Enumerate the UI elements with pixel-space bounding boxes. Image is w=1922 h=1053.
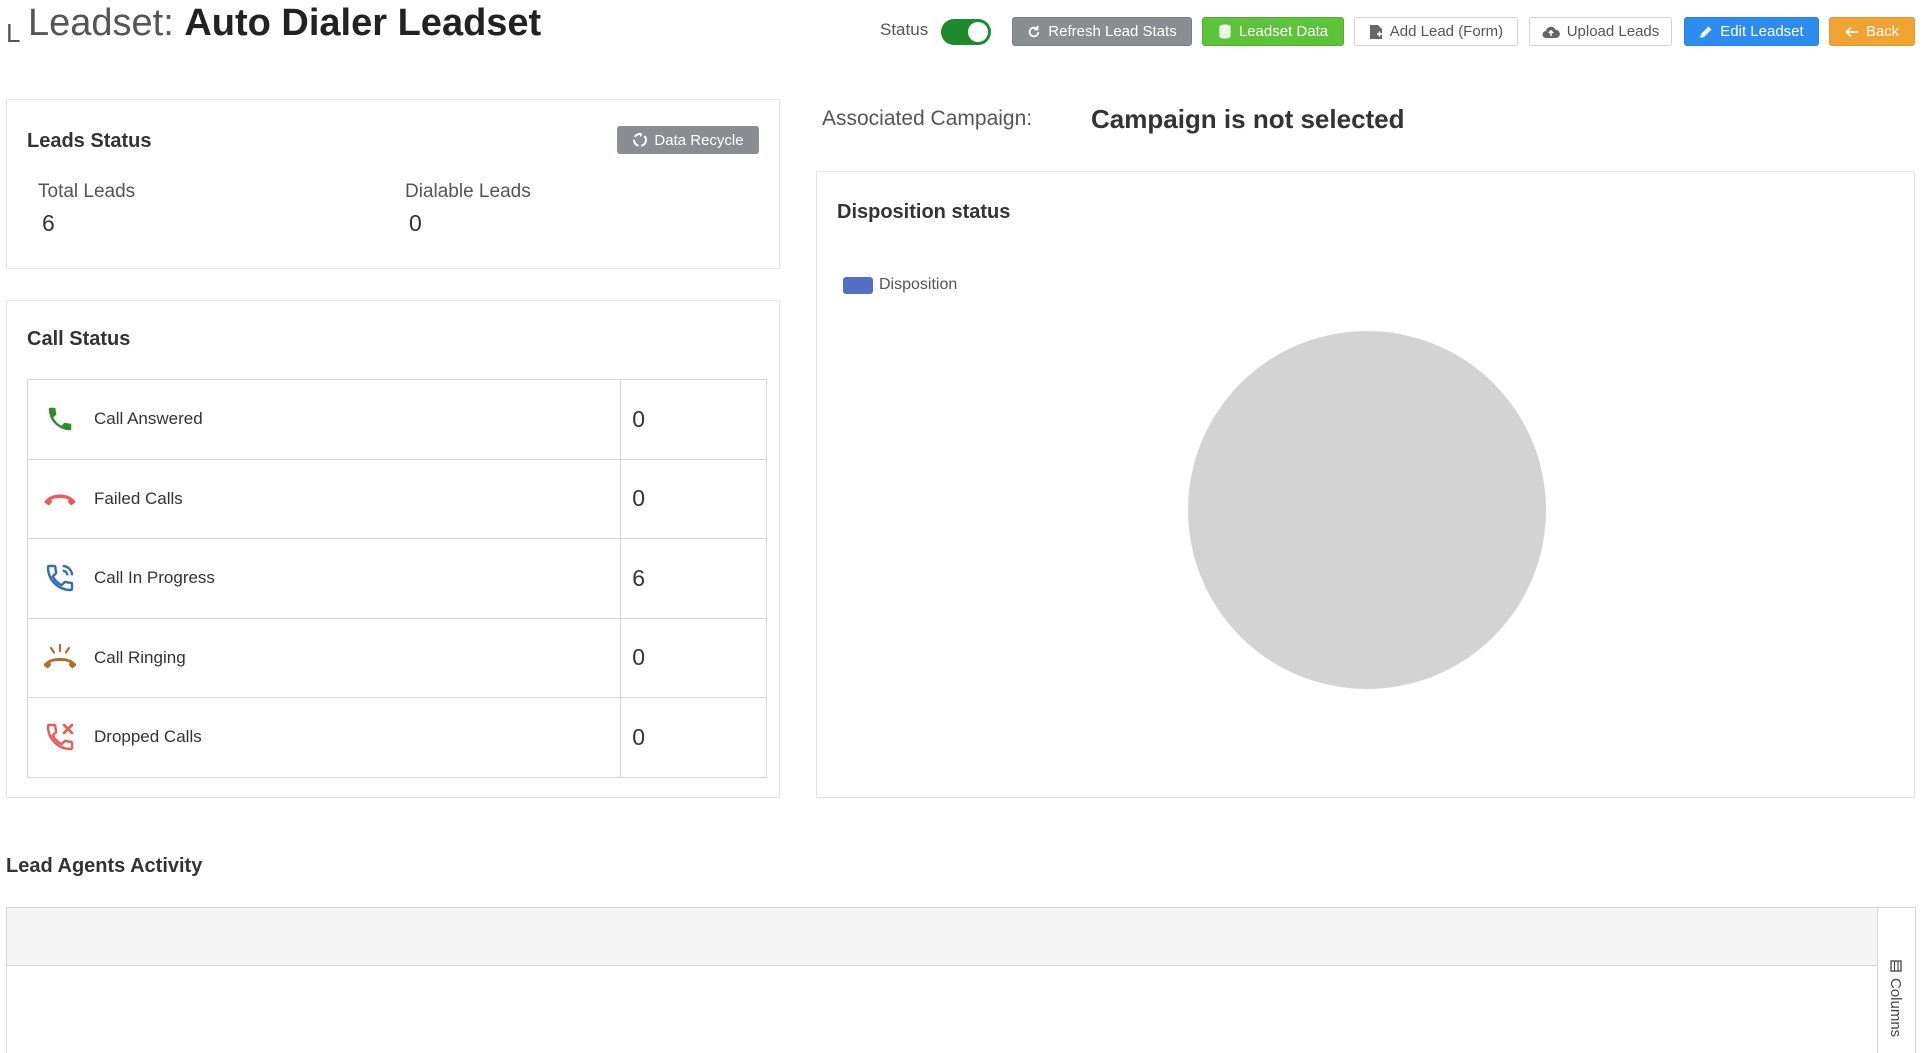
associated-campaign-label: Associated Campaign: xyxy=(822,107,1033,130)
call-row-dropped: Dropped Calls 0 xyxy=(26,697,767,778)
page-title: Leadset: Auto Dialer Leadset xyxy=(28,2,541,45)
call-status-title: Call Status xyxy=(27,328,131,350)
status-toggle[interactable] xyxy=(941,19,991,45)
columns-label: Columns xyxy=(1887,978,1904,1038)
call-in-progress-value: 6 xyxy=(620,538,767,619)
legend-label: Disposition xyxy=(879,276,958,293)
call-ringing-label: Call Ringing xyxy=(94,647,186,667)
total-leads-label: Total Leads xyxy=(38,181,136,202)
columns-tool-tab[interactable]: Columns xyxy=(1887,960,1904,1037)
refresh-icon xyxy=(1029,25,1040,37)
call-row-ringing: Call Ringing 0 xyxy=(26,617,767,698)
total-leads-value: 6 xyxy=(42,210,55,236)
edit-leadset-button[interactable]: Edit Leadset xyxy=(1684,17,1819,46)
phone-answered-icon xyxy=(42,401,78,437)
call-row-answered: Call Answered 0 xyxy=(26,379,767,460)
call-answered-label: Call Answered xyxy=(94,409,203,429)
phone-dropped-icon xyxy=(42,719,78,755)
phone-in-progress-icon xyxy=(42,560,78,596)
call-row-failed: Failed Calls 0 xyxy=(26,458,767,539)
upload-leads-label: Upload Leads xyxy=(1566,23,1660,40)
add-lead-form-button[interactable]: Add Lead (Form) xyxy=(1354,17,1518,46)
columns-icon xyxy=(1889,960,1902,972)
phone-hangup-icon xyxy=(42,481,78,517)
upload-leads-button[interactable]: Upload Leads xyxy=(1529,17,1672,46)
page-title-prefix: Leadset: xyxy=(28,2,185,44)
call-in-progress-label: Call In Progress xyxy=(94,568,215,588)
dropped-calls-value: 0 xyxy=(620,697,767,778)
data-recycle-label: Data Recycle xyxy=(654,131,744,149)
failed-calls-value: 0 xyxy=(620,458,767,539)
recycle-icon xyxy=(633,133,648,147)
call-status-table: Call Answered 0 Failed Calls 0 Call In P… xyxy=(26,379,767,778)
dialable-leads-value: 0 xyxy=(409,210,422,236)
disposition-status-title: Disposition status xyxy=(837,201,1011,223)
disposition-status-card: Disposition status Disposition xyxy=(816,171,1915,798)
leads-status-card: Leads Status Data Recycle Total Leads 6 … xyxy=(6,99,780,269)
call-ringing-value: 0 xyxy=(620,617,767,698)
back-label: Back xyxy=(1865,23,1900,40)
lead-agents-activity-title: Lead Agents Activity xyxy=(6,855,203,877)
data-recycle-button[interactable]: Data Recycle xyxy=(617,126,759,154)
lead-agents-grid: Columns xyxy=(6,907,1916,1053)
associated-campaign-value: Campaign is not selected xyxy=(1091,104,1405,134)
leadset-data-label: Leadset Data xyxy=(1238,23,1329,40)
legend-swatch xyxy=(843,276,873,294)
refresh-lead-stats-button[interactable]: Refresh Lead Stats xyxy=(1012,17,1192,46)
dropped-calls-label: Dropped Calls xyxy=(94,727,202,747)
file-add-icon xyxy=(1369,24,1382,39)
edit-leadset-label: Edit Leadset xyxy=(1720,23,1804,40)
page-header: L Leadset: Auto Dialer Leadset Status Re… xyxy=(0,0,1922,60)
disposition-pie-chart xyxy=(1187,330,1547,690)
status-toggle-knob xyxy=(968,22,988,42)
page-title-name: Auto Dialer Leadset xyxy=(184,2,542,44)
grid-header xyxy=(7,908,1877,966)
call-row-in-progress: Call In Progress 6 xyxy=(26,538,767,619)
leadset-data-button[interactable]: Leadset Data xyxy=(1202,17,1344,46)
add-lead-form-label: Add Lead (Form) xyxy=(1389,23,1504,40)
pencil-icon xyxy=(1700,26,1712,38)
status-label: Status xyxy=(880,20,929,39)
call-answered-value: 0 xyxy=(620,379,767,460)
back-button[interactable]: Back xyxy=(1829,17,1915,46)
dialable-leads-label: Dialable Leads xyxy=(405,181,531,202)
phone-ringing-icon xyxy=(42,640,78,676)
empty-pie xyxy=(1188,331,1546,689)
leads-status-title: Leads Status xyxy=(27,130,152,152)
grid-side-bar: Columns xyxy=(1877,908,1915,1053)
chart-legend[interactable]: Disposition xyxy=(843,276,957,294)
arrow-left-icon xyxy=(1845,26,1858,37)
failed-calls-label: Failed Calls xyxy=(94,488,183,508)
title-prefix-letter: L xyxy=(6,18,21,48)
refresh-lead-stats-label: Refresh Lead Stats xyxy=(1048,23,1177,40)
database-icon xyxy=(1219,24,1231,39)
cloud-upload-icon xyxy=(1542,26,1560,38)
call-status-card: Call Status Call Answered 0 Failed Calls xyxy=(6,300,780,798)
